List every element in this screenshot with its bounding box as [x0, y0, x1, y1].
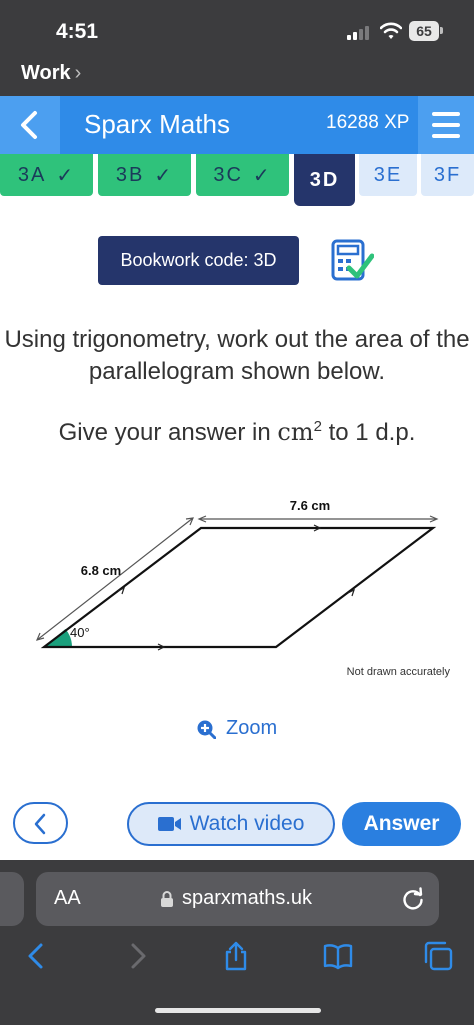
header-back-button[interactable] — [0, 96, 60, 154]
instructions-suffix: to 1 d.p. — [328, 419, 416, 446]
check-icon: ✓ — [56, 164, 76, 187]
url-display[interactable]: sparxmaths.uk — [160, 887, 312, 910]
zoom-label: Zoom — [226, 717, 278, 739]
tab-3b[interactable]: 3B ✓ — [98, 154, 191, 196]
back-arrow-icon — [21, 111, 37, 139]
parallelogram-shape — [40, 526, 437, 649]
wifi-icon — [380, 22, 402, 39]
check-icon: ✓ — [154, 164, 174, 187]
previous-tab-peek[interactable] — [0, 872, 24, 926]
calculator-check-icon[interactable] — [330, 238, 374, 282]
watch-video-button[interactable]: Watch video — [127, 802, 335, 846]
status-bar: 4:51 65 — [0, 0, 474, 58]
signal-icon — [347, 24, 373, 40]
back-to-app-link[interactable]: Work › — [21, 62, 81, 85]
zoom-button[interactable]: Zoom — [196, 717, 277, 740]
text-size-button[interactable]: AA — [54, 887, 81, 910]
task-tabs: 3A ✓ 3B ✓ 3C ✓ 3D 3E 3F — [0, 154, 474, 212]
not-accurate-note: Not drawn accurately — [347, 666, 451, 678]
forward-icon — [131, 943, 146, 969]
tab-3d[interactable]: 3D — [294, 154, 355, 206]
tab-label: 3F — [433, 163, 462, 186]
tab-label: 3D — [309, 168, 340, 191]
zoom-plus-icon — [197, 720, 216, 739]
back-icon[interactable] — [20, 940, 52, 972]
back-arrow-icon — [34, 813, 46, 835]
left-side-label: 6.8 cm — [81, 563, 121, 578]
reload-icon[interactable] — [400, 886, 426, 912]
previous-button[interactable] — [13, 802, 68, 844]
instructions-prefix: Give your answer in — [58, 419, 271, 446]
unit-exponent: 2 — [313, 418, 322, 435]
tab-label: 3C — [213, 163, 243, 186]
question-text: Using trigonometry, work out the area of… — [4, 326, 470, 385]
chevron-right-icon: › — [74, 62, 82, 84]
action-bar: Watch video Answer — [0, 790, 474, 860]
share-icon[interactable] — [220, 940, 252, 972]
parallelogram-diagram: 7.6 cm 6.8 cm 40° Not drawn accurately — [35, 498, 451, 678]
browser-chrome: AA sparxmaths.uk — [0, 860, 474, 1025]
answer-instructions: Give your answer in cm2 to 1 d.p. — [0, 418, 474, 447]
url-text: sparxmaths.uk — [182, 887, 313, 909]
tab-3f[interactable]: 3F — [421, 154, 474, 196]
question-panel: Bookwork code: 3D Using trigonometry, wo… — [0, 212, 474, 790]
app-title: Sparx Maths — [84, 109, 230, 139]
tab-label: 3A — [17, 163, 47, 186]
bookmarks-icon[interactable] — [322, 940, 354, 972]
check-icon: ✓ — [252, 164, 272, 187]
xp-counter: 16288 XP — [326, 112, 410, 133]
back-to-app-label: Work — [21, 62, 71, 84]
unit-text: cm — [277, 418, 314, 446]
top-side-label: 7.6 cm — [290, 498, 330, 513]
lock-icon — [161, 890, 173, 907]
bookwork-code-badge: Bookwork code: 3D — [98, 236, 299, 285]
tab-3c[interactable]: 3C ✓ — [196, 154, 289, 196]
address-bar[interactable]: AA sparxmaths.uk — [36, 872, 439, 926]
status-time: 4:51 — [56, 20, 99, 43]
home-indicator — [155, 1008, 321, 1013]
app-header: Sparx Maths 16288 XP — [0, 96, 474, 154]
menu-button[interactable] — [418, 96, 474, 154]
tab-3a[interactable]: 3A ✓ — [0, 154, 93, 196]
tab-3e[interactable]: 3E — [359, 154, 417, 196]
tab-label: 3E — [373, 163, 403, 186]
tabs-icon[interactable] — [422, 940, 454, 972]
answer-button[interactable]: Answer — [342, 802, 461, 846]
watch-video-label: Watch video — [189, 812, 305, 835]
video-camera-icon — [157, 817, 181, 831]
battery-icon: 65 — [409, 21, 439, 41]
tab-label: 3B — [115, 163, 145, 186]
battery-tip — [440, 27, 443, 34]
angle-label: 40° — [70, 625, 90, 640]
